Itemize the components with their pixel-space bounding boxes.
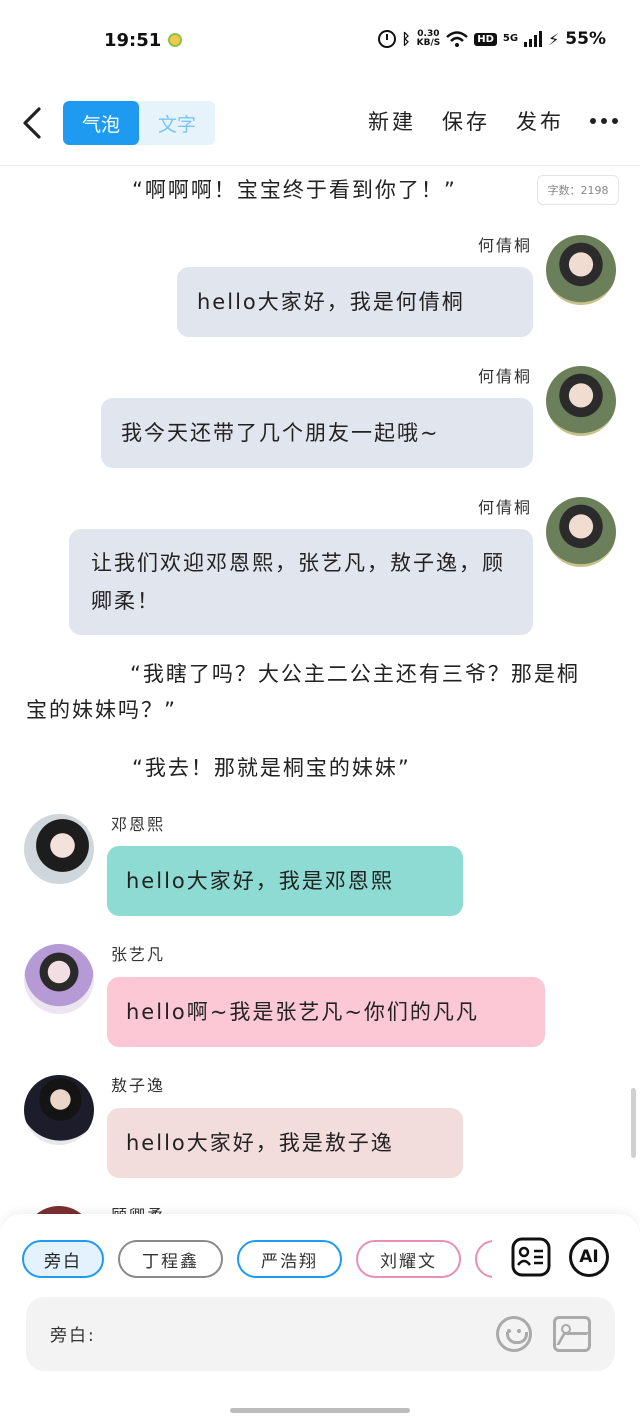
emoji-icon[interactable]: [496, 1316, 532, 1352]
message-text: 我今天还带了几个朋友一起哦~: [121, 421, 440, 445]
battery-level: 55%: [565, 29, 606, 49]
system-nav-bar: [0, 1400, 640, 1422]
top-toolbar: 气泡 文字 新建 保存 发布: [0, 82, 640, 166]
character-list-icon[interactable]: [511, 1237, 551, 1277]
self-sender-name: 何倩桐: [477, 367, 532, 386]
message-bubble-other[interactable]: hello啊~我是张艺凡~你们的凡凡: [107, 977, 545, 1047]
message-text: hello大家好，我是何倩桐: [197, 290, 465, 314]
image-icon[interactable]: [553, 1316, 591, 1352]
more-options-icon[interactable]: [590, 109, 618, 133]
chip-narrator[interactable]: 旁白: [22, 1240, 104, 1278]
scrollbar[interactable]: [631, 1088, 636, 1158]
message-bubble-self[interactable]: 我今天还带了几个朋友一起哦~: [101, 398, 533, 468]
publish-button[interactable]: 发布: [516, 106, 564, 136]
avatar-he-qiantong[interactable]: [546, 497, 616, 567]
tab-text[interactable]: 文字: [139, 101, 215, 145]
tab-bubble[interactable]: 气泡: [63, 101, 139, 145]
ai-assistant-button[interactable]: AI: [569, 1237, 609, 1277]
chip-character[interactable]: 严浩翔: [237, 1240, 342, 1278]
chip-character[interactable]: 刘耀文: [356, 1240, 461, 1278]
new-button[interactable]: 新建: [368, 106, 416, 136]
message-text: hello大家好，我是邓恩熙: [126, 869, 394, 893]
toolbar-actions: 新建 保存 发布: [368, 106, 618, 136]
home-indicator[interactable]: [230, 1408, 410, 1413]
word-count: 字数：2198: [537, 175, 619, 205]
ai-label: AI: [579, 1247, 599, 1267]
message-bubble-self[interactable]: 让我们欢迎邓恩熙，张艺凡，敖子逸，顾卿柔！: [69, 529, 533, 635]
message-text: 让我们欢迎邓恩熙，张艺凡，敖子逸，顾卿柔！: [91, 551, 505, 613]
hd-badge: HD: [474, 32, 497, 46]
other-sender-name: 邓恩熙: [111, 815, 166, 834]
narration-lower[interactable]: “我去！那就是桐宝的妹妹”: [132, 750, 411, 786]
avatar-he-qiantong[interactable]: [546, 235, 616, 305]
input-prefix: 旁白:: [50, 1326, 96, 1346]
mode-switch: 气泡 文字: [63, 101, 215, 145]
message-bubble-other[interactable]: hello大家好，我是敖子逸: [107, 1108, 463, 1178]
chip-character[interactable]: 宋亚: [475, 1240, 492, 1278]
character-chips: 旁白 丁程鑫 严浩翔 刘耀文 宋亚: [22, 1240, 492, 1278]
avatar-zhang-yifan[interactable]: [24, 944, 94, 1014]
wifi-icon: [446, 31, 469, 47]
message-text: hello大家好，我是敖子逸: [126, 1131, 394, 1155]
bluetooth-icon: ᛒ: [401, 30, 411, 48]
net-speed: 0.30 KB/S: [417, 30, 441, 48]
back-arrow-icon[interactable]: [20, 106, 44, 140]
avatar-he-qiantong[interactable]: [546, 366, 616, 436]
signal-icon: [524, 31, 543, 47]
net-speed-unit: KB/S: [416, 38, 441, 48]
message-bubble-self[interactable]: hello大家好，我是何倩桐: [177, 267, 533, 337]
message-text: hello啊~我是张艺凡~你们的凡凡: [126, 1000, 479, 1024]
status-icons: ᛒ 0.30 KB/S HD 5G ⚡ 55%: [377, 29, 606, 49]
narration-top[interactable]: “啊啊啊！宝宝终于看到你了！”: [132, 172, 457, 208]
status-bar: 19:51 ᛒ 0.30 KB/S HD 5G ⚡ 55%: [0, 0, 640, 82]
self-sender-name: 何倩桐: [477, 498, 532, 517]
chip-character[interactable]: 丁程鑫: [118, 1240, 223, 1278]
avatar-ao-ziyi[interactable]: [24, 1075, 94, 1145]
message-input[interactable]: 旁白:: [26, 1297, 615, 1371]
message-bubble-other[interactable]: hello大家好，我是邓恩熙: [107, 846, 463, 916]
charging-icon: ⚡: [548, 29, 560, 49]
avatar-deng-enxi[interactable]: [24, 814, 94, 884]
other-sender-name: 敖子逸: [111, 1076, 166, 1095]
narration-middle[interactable]: “我瞎了吗？大公主二公主还有三爷？那是桐宝的妹妹吗？”: [26, 656, 596, 728]
network-type: 5G: [502, 33, 519, 44]
alarm-icon: [377, 30, 396, 48]
self-sender-name: 何倩桐: [477, 236, 532, 255]
status-time: 19:51: [104, 30, 162, 51]
save-button[interactable]: 保存: [442, 106, 490, 136]
notification-emoji-icon: [168, 33, 182, 47]
other-sender-name: 张艺凡: [111, 945, 166, 964]
